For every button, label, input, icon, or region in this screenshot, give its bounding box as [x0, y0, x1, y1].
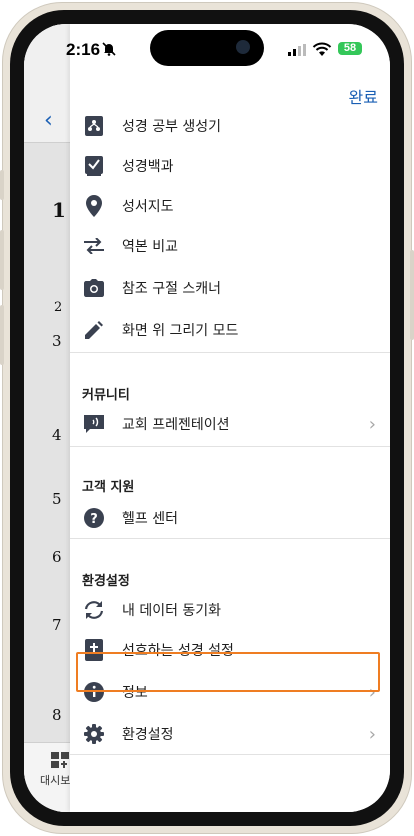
encyclopedia-icon — [82, 154, 106, 178]
section-divider — [70, 352, 390, 353]
study-builder-icon — [82, 114, 106, 138]
menu-item-label: 내 데이터 동기화 — [122, 603, 222, 619]
menu-item-verse-scanner[interactable]: 참조 구절 스캐너 — [70, 268, 390, 308]
menu-item-label: 환경설정 — [122, 727, 174, 743]
menu-item-sync-data[interactable]: 내 데이터 동기화 — [70, 590, 390, 630]
map-pin-icon — [82, 194, 106, 218]
chevron-right-icon: › — [368, 723, 376, 745]
menu-item-bible-maps[interactable]: 성서지도 — [70, 186, 390, 226]
verse-number: 6 — [52, 548, 62, 566]
menu-item-compare-versions[interactable]: 역본 비교 — [70, 226, 390, 266]
menu-item-church-presentation[interactable]: 교회 프레젠테이션 › — [70, 404, 390, 444]
verse-number: 1 — [52, 198, 66, 222]
menu-item-label: 역본 비교 — [122, 239, 178, 255]
battery-indicator: 58 — [338, 42, 362, 55]
compare-arrows-icon — [82, 234, 106, 258]
verse-number: 4 — [52, 426, 62, 444]
cellular-signal-icon — [288, 44, 306, 56]
dashboard-icon[interactable] — [51, 752, 69, 768]
phone-side-button — [0, 305, 4, 365]
menu-item-label: 성경 공부 생성기 — [122, 119, 222, 135]
section-title-settings: 환경설정 — [82, 574, 130, 589]
back-chevron-icon[interactable]: ‹ — [44, 110, 53, 132]
phone-side-button — [0, 170, 4, 200]
menu-item-settings[interactable]: 환경설정 › — [70, 714, 390, 754]
section-divider — [70, 754, 390, 755]
menu-item-label: 성서지도 — [122, 199, 174, 215]
wifi-icon — [312, 42, 332, 56]
menu-item-label: 성경백과 — [122, 159, 174, 175]
pencil-icon — [82, 318, 106, 342]
screen: ‹ 1 2 3 4 5 6 7 8 대시보 완료 성경 공부 생성기 성경백과 — [24, 24, 390, 812]
verse-number: 7 — [52, 616, 62, 634]
done-button[interactable]: 완료 — [349, 84, 378, 108]
camera-icon — [82, 276, 106, 300]
svg-text:?: ? — [90, 512, 98, 527]
menu-item-encyclopedia[interactable]: 성경백과 — [70, 146, 390, 186]
help-icon: ? — [82, 506, 106, 530]
bell-muted-icon — [102, 42, 116, 56]
menu-item-draw-mode[interactable]: 화면 위 그리기 모드 — [70, 310, 390, 350]
phone-side-button — [410, 250, 414, 340]
section-title-community: 커뮤니티 — [82, 388, 130, 403]
tab-dashboard-label: 대시보 — [40, 774, 71, 787]
sync-icon — [82, 598, 106, 622]
verse-number: 5 — [52, 490, 62, 508]
menu-item-label: 참조 구절 스캐너 — [122, 281, 222, 297]
status-time: 2:16 — [66, 40, 101, 59]
background-bible-reader: ‹ 1 2 3 4 5 6 7 8 대시보 — [24, 24, 70, 812]
menu-item-label: 헬프 센터 — [122, 511, 178, 527]
highlight-box — [76, 652, 380, 692]
presentation-icon — [82, 412, 106, 436]
section-title-support: 고객 지원 — [82, 480, 135, 495]
chevron-right-icon: › — [368, 413, 376, 435]
camera-lens — [236, 40, 250, 54]
menu-item-label: 교회 프레젠테이션 — [122, 417, 230, 433]
menu-item-help-center[interactable]: ? 헬프 센터 — [70, 498, 390, 538]
verse-number: 2 — [54, 300, 63, 315]
tools-menu-panel: 완료 성경 공부 생성기 성경백과 성서지도 역본 비교 참조 구절 스캐너 화… — [70, 24, 390, 812]
gear-icon — [82, 722, 106, 746]
menu-item-label: 화면 위 그리기 모드 — [122, 323, 239, 339]
section-divider — [70, 446, 390, 447]
verse-number: 8 — [52, 706, 62, 724]
menu-item-study-builder[interactable]: 성경 공부 생성기 — [70, 106, 390, 146]
verse-number: 3 — [52, 332, 62, 350]
section-divider — [70, 538, 390, 539]
phone-side-button — [0, 230, 4, 290]
